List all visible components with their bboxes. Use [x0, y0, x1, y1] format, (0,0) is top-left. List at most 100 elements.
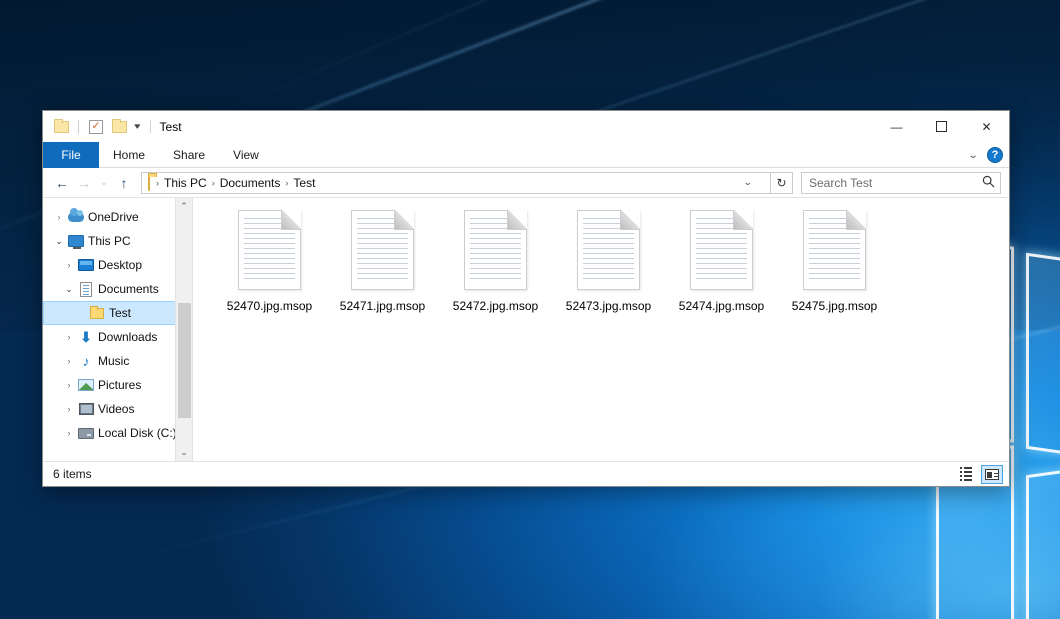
cloud-icon — [67, 212, 85, 222]
title-bar: ✓ ▾ Test — ✕ — [43, 111, 1009, 142]
chevron-right-icon[interactable]: › — [51, 212, 67, 222]
recent-locations-button[interactable]: ⌄ — [95, 172, 113, 194]
file-item[interactable]: 52475.jpg.msop — [778, 206, 891, 319]
file-explorer-window: ✓ ▾ Test — ✕ File Home Share View ⌄ ? ← … — [42, 110, 1010, 487]
file-list-pane[interactable]: 52470.jpg.msop 52471.jpg.msop — [193, 198, 1009, 461]
item-count-label: 6 items — [53, 467, 92, 481]
generic-document-icon — [238, 210, 301, 290]
large-icons-view-button[interactable] — [981, 465, 1003, 484]
sidebar-item-label: Test — [109, 306, 131, 320]
document-fold-corner — [394, 210, 414, 230]
properties-icon[interactable]: ✓ — [87, 118, 105, 136]
explorer-body: › OneDrive ⌄ This PC › Desktop ⌄ — [43, 198, 1009, 461]
search-input[interactable]: Search Test — [809, 176, 982, 190]
chevron-right-icon[interactable]: › — [61, 260, 77, 270]
quick-access-toolbar: ✓ ▾ — [43, 111, 142, 142]
folder-icon[interactable] — [52, 118, 70, 136]
breadcrumb[interactable]: › This PC › Documents › Test ⌄ — [141, 172, 771, 194]
generic-document-icon — [803, 210, 866, 290]
breadcrumb-separator: › — [154, 178, 161, 188]
chevron-down-icon[interactable]: ⌄ — [51, 236, 67, 247]
help-icon[interactable]: ? — [987, 147, 1003, 163]
ribbon-right-controls: ⌄ ? — [969, 142, 1003, 168]
file-item[interactable]: 52471.jpg.msop — [326, 206, 439, 319]
title-divider — [150, 120, 151, 133]
sidebar-item-videos[interactable]: › Videos — [43, 397, 192, 421]
logo-pane — [1026, 253, 1060, 464]
document-fold-corner — [733, 210, 753, 230]
file-name-label: 52473.jpg.msop — [566, 299, 651, 313]
up-button[interactable]: ↑ — [113, 172, 135, 194]
search-box[interactable]: Search Test — [801, 172, 1001, 194]
minimize-button[interactable]: — — [874, 111, 919, 142]
document-fold-corner — [846, 210, 866, 230]
maximize-button[interactable] — [919, 111, 964, 142]
tab-file[interactable]: File — [43, 142, 99, 168]
file-item[interactable]: 52473.jpg.msop — [552, 206, 665, 319]
search-icon[interactable] — [982, 175, 995, 191]
back-button[interactable]: ← — [51, 172, 73, 194]
downloads-icon: ⬇ — [77, 330, 95, 344]
document-fold-corner — [281, 210, 301, 230]
file-item[interactable]: 52470.jpg.msop — [213, 206, 326, 319]
large-icons-view-icon — [985, 469, 999, 480]
tab-share[interactable]: Share — [159, 142, 219, 168]
expand-ribbon-icon[interactable]: ⌄ — [967, 150, 978, 161]
chevron-down-icon[interactable]: ▾ — [131, 121, 143, 132]
sidebar-item-music[interactable]: › ♪ Music — [43, 349, 192, 373]
sidebar-item-label: Local Disk (C:) — [98, 426, 177, 440]
file-item[interactable]: 52472.jpg.msop — [439, 206, 552, 319]
forward-button[interactable]: → — [73, 172, 95, 194]
breadcrumb-separator: › — [210, 178, 217, 188]
scrollbar-thumb[interactable] — [178, 303, 191, 418]
file-item[interactable]: 52474.jpg.msop — [665, 206, 778, 319]
status-bar: 6 items — [43, 461, 1009, 486]
sidebar-item-label: Desktop — [98, 258, 142, 272]
desktop-icon — [77, 259, 95, 271]
refresh-button[interactable]: ↻ — [771, 172, 793, 194]
details-view-button[interactable] — [955, 465, 977, 484]
sidebar-item-desktop[interactable]: › Desktop — [43, 253, 192, 277]
scroll-up-icon[interactable]: ⌃ — [176, 198, 193, 215]
music-icon: ♪ — [77, 354, 95, 368]
sidebar-item-label: Downloads — [98, 330, 157, 344]
chevron-right-icon[interactable]: › — [61, 428, 77, 438]
chevron-down-icon[interactable]: ⌄ — [61, 284, 77, 295]
scrollbar-track[interactable] — [176, 215, 193, 444]
tab-view[interactable]: View — [219, 142, 273, 168]
breadcrumb-item-this-pc[interactable]: This PC — [161, 176, 210, 190]
sidebar-item-label: This PC — [88, 234, 131, 248]
new-folder-icon[interactable] — [110, 118, 128, 136]
file-name-label: 52472.jpg.msop — [453, 299, 538, 313]
chevron-right-icon[interactable]: › — [61, 332, 77, 342]
chevron-right-icon[interactable]: › — [61, 380, 77, 390]
file-name-label: 52471.jpg.msop — [340, 299, 425, 313]
chevron-right-icon[interactable]: › — [61, 404, 77, 414]
sidebar-item-local-disk-c[interactable]: › Local Disk (C:) — [43, 421, 192, 445]
sidebar-item-onedrive[interactable]: › OneDrive — [43, 205, 192, 229]
view-toggle-group — [955, 465, 1003, 484]
breadcrumb-item-test[interactable]: Test — [290, 176, 318, 190]
ribbon-tab-bar: File Home Share View ⌄ ? — [43, 142, 1009, 168]
sidebar-item-pictures[interactable]: › Pictures — [43, 373, 192, 397]
window-title: Test — [160, 120, 182, 134]
generic-document-icon — [351, 210, 414, 290]
document-fold-corner — [507, 210, 527, 230]
chevron-right-icon[interactable]: › — [61, 356, 77, 366]
sidebar-item-this-pc[interactable]: ⌄ This PC — [43, 229, 192, 253]
sidebar-scrollbar[interactable]: ⌃ ⌄ — [175, 198, 192, 461]
maximize-icon — [936, 121, 947, 132]
sidebar-item-documents[interactable]: ⌄ Documents — [43, 277, 192, 301]
sidebar-item-test[interactable]: Test — [43, 301, 192, 325]
sidebar-item-label: Pictures — [98, 378, 141, 392]
file-grid: 52470.jpg.msop 52471.jpg.msop — [193, 198, 1009, 319]
breadcrumb-dropdown-icon[interactable]: ⌄ — [743, 173, 753, 193]
close-button[interactable]: ✕ — [964, 111, 1009, 142]
folder-tree: › OneDrive ⌄ This PC › Desktop ⌄ — [43, 198, 192, 445]
scroll-down-icon[interactable]: ⌄ — [176, 444, 193, 461]
logo-pane — [1026, 461, 1060, 619]
sidebar-item-downloads[interactable]: › ⬇ Downloads — [43, 325, 192, 349]
tab-home[interactable]: Home — [99, 142, 159, 168]
breadcrumb-separator: › — [283, 178, 290, 188]
breadcrumb-item-documents[interactable]: Documents — [217, 176, 284, 190]
